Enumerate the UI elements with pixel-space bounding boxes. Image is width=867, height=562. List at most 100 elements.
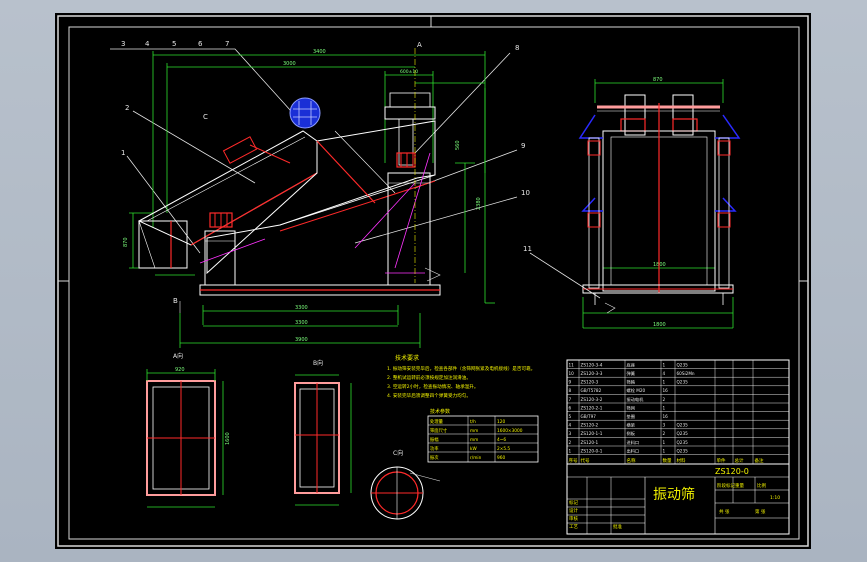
- balloon-3: 3: [121, 40, 125, 48]
- parts-cell: 1: [663, 405, 666, 410]
- tb-right-3: 共 张: [719, 508, 730, 515]
- section-b-label: B: [173, 297, 178, 305]
- parts-cell: 出料口: [627, 447, 640, 454]
- parts-cell: ZS120-3: [581, 380, 599, 385]
- tech-req-line-1: 1. 振动筛安装完毕后，检查各部件（含筛网张紧及电机接线）是否可靠。: [387, 365, 535, 372]
- parts-cell: 7: [569, 397, 572, 402]
- parts-header-cell: 备注: [755, 457, 764, 464]
- param-cell: 2×5.5: [497, 446, 510, 452]
- cad-viewport[interactable]: 3 4 5 6 7 8 2 1 9 10 C A B 3400 3000 600…: [0, 0, 867, 562]
- tb-right-2: 比例: [757, 482, 766, 489]
- parts-cell: Q235: [677, 431, 689, 436]
- param-cell: r/min: [470, 455, 482, 461]
- view-a-label: A向: [173, 352, 183, 360]
- parts-cell: ZS120-2: [581, 423, 599, 428]
- tb-left-3: 工艺: [569, 524, 578, 530]
- parts-cell: 6: [569, 405, 572, 410]
- parts-cell: 4: [663, 371, 666, 376]
- parts-cell: ZS120-2-1: [581, 405, 603, 410]
- dim-bottom-a: 3300: [295, 305, 308, 311]
- dim-bottom-b: 3300: [295, 320, 308, 326]
- tech-req-line-3: 3. 空运转2小时，检查振动情况、轴承温升。: [387, 383, 478, 390]
- parts-cell: ZS120-3-2: [581, 397, 603, 402]
- title-block: ZS120-0 振动筛 1:10 标记 设计 审核 工艺 批准 阶段标记 重量 …: [566, 463, 790, 535]
- parts-cell: 2: [569, 440, 572, 445]
- tb-right-0: 阶段标记: [717, 482, 735, 489]
- param-cell: 功率: [430, 445, 439, 452]
- parts-header-cell: 单件: [717, 457, 726, 464]
- drawing-canvas: 3 4 5 6 7 8 2 1 9 10 C A B 3400 3000 600…: [57, 15, 809, 547]
- param-cell: 960: [497, 455, 505, 461]
- parts-cell: 1: [663, 380, 666, 385]
- parts-list: 11 ZS120-3-4 底座 1 Q23510 ZS120-3-3 弹簧 4 60Si2Mn9…: [566, 359, 790, 465]
- parts-cell: 弹簧: [627, 370, 635, 377]
- dim-top-small: 600±10: [400, 69, 418, 75]
- balloon-10: 10: [521, 189, 530, 197]
- parts-cell: ZS120-3-4: [581, 362, 603, 367]
- parts-header-cell: 材料: [677, 457, 686, 464]
- parts-cell: 1: [663, 440, 666, 445]
- parts-cell: ZS120-1: [581, 440, 599, 445]
- params-table: 技术参数 处理量 t/h 120 筛面尺寸 mm 1600×3000 振幅 mm 4~6 功率 kW…: [427, 408, 539, 463]
- tb-left-4: 批准: [613, 523, 622, 530]
- parts-cell: 60Si2Mn: [677, 371, 695, 376]
- parts-cell: GB/T97: [581, 414, 597, 419]
- dim-plan-len: 1600: [225, 432, 231, 445]
- param-cell: 振次: [430, 454, 439, 461]
- parts-cell: 1: [569, 448, 572, 453]
- parts-cell: 9: [569, 380, 572, 385]
- balloon-6: 6: [198, 40, 203, 48]
- parts-cell: 1: [663, 362, 666, 367]
- dim-bottom-c: 3900: [295, 337, 308, 343]
- view-a: A向 920 1600: [146, 352, 231, 508]
- parts-cell: 3: [663, 423, 666, 428]
- param-cell: mm: [470, 429, 478, 434]
- param-cell: kW: [470, 446, 477, 452]
- parts-cell: Q235: [677, 440, 689, 445]
- balloon-1: 1: [121, 149, 125, 157]
- drawing-scale: 1:10: [770, 495, 780, 501]
- parts-cell: 16: [663, 388, 669, 393]
- parts-cell: ZS120-0-1: [581, 448, 603, 453]
- balloon-5: 5: [172, 40, 176, 48]
- parts-header-cell: 总计: [735, 457, 744, 464]
- parts-cell: 8: [569, 388, 572, 393]
- front-view: 3 4 5 6 7 8 2 1 9 10 C A B 3400 3000 600…: [110, 40, 530, 348]
- dim-top-outer: 3400: [313, 49, 326, 55]
- parts-cell: 3: [569, 431, 572, 436]
- parts-header-cell: 数量: [663, 457, 672, 464]
- dim-height-right: 2380: [476, 197, 482, 210]
- balloon-11: 11: [523, 245, 532, 253]
- parts-cell: 2: [663, 397, 666, 402]
- param-cell: mm: [470, 438, 478, 443]
- tech-req-line-2: 2. 整机试运转前必须按规定加注润滑油。: [387, 374, 471, 381]
- dim-side-top: 870: [653, 77, 663, 83]
- section-a-label: A: [417, 41, 422, 49]
- parts-cell: 2: [663, 431, 666, 436]
- drawing-name: 振动筛: [653, 487, 695, 503]
- dim-height-left: 870: [123, 237, 129, 247]
- parts-cell: ZS120-1-1: [581, 431, 603, 436]
- section-c-label: C: [203, 113, 208, 121]
- tb-right-4: 第 张: [755, 508, 766, 515]
- tb-left-2: 审核: [569, 515, 578, 522]
- parts-cell: ZS120-3-3: [581, 371, 603, 376]
- parts-header-cell: 代号: [581, 457, 590, 464]
- drawing-sheet[interactable]: 3 4 5 6 7 8 2 1 9 10 C A B 3400 3000 600…: [55, 13, 811, 549]
- param-cell: t/h: [470, 419, 476, 425]
- tech-requirements: 技术要求 1. 振动筛安装完毕后，检查各部件（含筛网张紧及电机接线）是否可靠。 …: [387, 354, 535, 399]
- balloon-7: 7: [225, 40, 229, 48]
- param-cell: 振幅: [430, 436, 439, 443]
- parts-cell: 16: [663, 414, 669, 419]
- balloon-2: 2: [125, 104, 129, 112]
- dim-top-inner: 3000: [283, 61, 296, 67]
- balloon-9: 9: [521, 142, 525, 150]
- tech-req-title: 技术要求: [395, 354, 419, 362]
- view-b: B向: [294, 359, 352, 506]
- parts-cell: 11: [569, 362, 575, 367]
- motor-guard-icon: [289, 97, 321, 129]
- parts-cell: 筛箱: [627, 379, 635, 386]
- param-cell: 120: [497, 419, 505, 425]
- parts-cell: 振动电机: [627, 396, 645, 403]
- tech-req-line-4: 4. 安装完毕后须调整四个弹簧受力均匀。: [387, 392, 471, 399]
